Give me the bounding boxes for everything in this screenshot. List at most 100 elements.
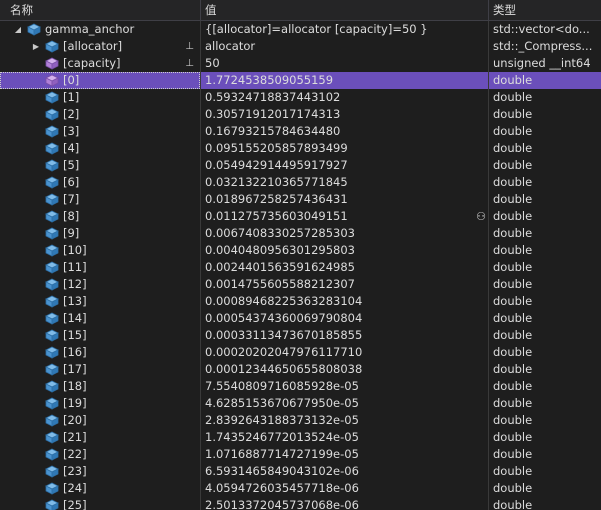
element-row[interactable]: [8] 0.011275735603049151 ⚇ double [0,208,601,225]
blue-cube-icon [45,176,59,189]
type-cell: double [493,396,533,410]
variable-name: [16] [63,345,87,359]
element-row[interactable]: [6] 0.032132210365771845 double [0,174,601,191]
variable-name: [7] [63,192,80,206]
element-row[interactable]: [20] 2.8392643188373132e-05 double [0,412,601,429]
value-cell[interactable]: 0.054942914495917927 [201,157,488,174]
element-row[interactable]: [18] 7.5540809716085928e-05 double [0,378,601,395]
value-cell[interactable]: 7.5540809716085928e-05 [201,378,488,395]
name-cell: [22] [0,446,200,463]
element-row[interactable]: [17] 0.00012344650655808038 double [0,361,601,378]
name-cell: [21] [0,429,200,446]
name-cell: [7] [0,191,200,208]
root-row[interactable]: ◢ gamma_anchor {[allocator]=allocator [c… [0,21,601,38]
value-cell[interactable]: 0.30571912017174313 [201,106,488,123]
value-cell[interactable]: {[allocator]=allocator [capacity]=50 } [201,21,488,38]
element-row[interactable]: [7] 0.018967258257436431 double [0,191,601,208]
name-cell: [9] [0,225,200,242]
name-cell: [25] [0,497,200,510]
visualizer-icon[interactable]: ⚇ [476,208,486,225]
element-row[interactable]: [5] 0.054942914495917927 double [0,157,601,174]
element-row[interactable]: [24] 4.0594726035457718e-06 double [0,480,601,497]
element-row[interactable]: [12] 0.0014755605588212307 double [0,276,601,293]
value-cell[interactable]: 0.16793215784634480 [201,123,488,140]
blue-cube-icon [45,465,59,478]
element-row[interactable]: [9] 0.0067408330257285303 double [0,225,601,242]
member-row[interactable]: ▶ [allocator] ⊥ allocator std::_Compress... [0,38,601,55]
variable-name: [25] [63,498,87,510]
value-cell[interactable]: 0.59324718837443102 [201,89,488,106]
type-cell: double [493,175,533,189]
variable-name: [1] [63,90,80,104]
type-cell: double [493,209,533,223]
value-cell[interactable]: 0.00020202047976117710 [201,344,488,361]
element-row[interactable]: [13] 0.00089468225363283104 double [0,293,601,310]
collapse-arrow-icon[interactable]: ◢ [13,21,23,38]
element-row[interactable]: [0] 1.7724538509055159 double [0,72,601,89]
blue-cube-icon [45,210,59,223]
type-cell: double [493,107,533,121]
value-cell[interactable]: 0.032132210365771845 [201,174,488,191]
value-cell[interactable]: 0.00033113473670185855 [201,327,488,344]
name-cell: ◢ gamma_anchor [0,21,200,38]
value-cell[interactable]: 0.0024401563591624985 [201,259,488,276]
member-row[interactable]: [capacity] ⊥ 50 unsigned __int64 [0,55,601,72]
element-row[interactable]: [14] 0.00054374360069790804 double [0,310,601,327]
value-cell[interactable]: 1.7435246772013524e-05 [201,429,488,446]
variable-name: [8] [63,209,80,223]
value-cell[interactable]: 0.00054374360069790804 [201,310,488,327]
column-divider[interactable] [200,0,201,21]
value-cell[interactable]: 1.0716887714727199e-05 [201,446,488,463]
blue-cube-icon [45,346,59,359]
value-cell[interactable]: 4.0594726035457718e-06 [201,480,488,497]
value-cell[interactable]: 0.011275735603049151 [201,208,488,225]
value-cell[interactable]: 0.00012344650655808038 [201,361,488,378]
variable-name: [19] [63,396,87,410]
blue-cube-icon [45,125,59,138]
element-row[interactable]: [15] 0.00033113473670185855 double [0,327,601,344]
element-row[interactable]: [25] 2.5013372045737068e-06 double [0,497,601,510]
element-row[interactable]: [11] 0.0024401563591624985 double [0,259,601,276]
element-row[interactable]: [2] 0.30571912017174313 double [0,106,601,123]
value-cell[interactable]: 0.0067408330257285303 [201,225,488,242]
column-header-name[interactable]: 名称 [10,0,33,20]
blue-cube-icon [45,414,59,427]
variable-name: [3] [63,124,80,138]
element-row[interactable]: [21] 1.7435246772013524e-05 double [0,429,601,446]
value-cell[interactable]: 4.6285153670677950e-05 [201,395,488,412]
value-cell[interactable]: 0.095155205857893499 [201,140,488,157]
column-divider[interactable] [488,0,489,21]
pin-icon[interactable]: ⊥ [185,38,194,55]
value-cell[interactable]: 0.018967258257436431 [201,191,488,208]
expand-arrow-icon[interactable]: ▶ [31,38,41,55]
blue-cube-icon [45,159,59,172]
element-row[interactable]: [19] 4.6285153670677950e-05 double [0,395,601,412]
column-header-type[interactable]: 类型 [493,0,516,20]
purple-cube-icon [45,57,59,70]
type-cell: double [493,192,533,206]
element-row[interactable]: [4] 0.095155205857893499 double [0,140,601,157]
value-cell[interactable]: 0.00089468225363283104 [201,293,488,310]
element-row[interactable]: [23] 6.5931465849043102e-06 double [0,463,601,480]
variable-name: [13] [63,294,87,308]
column-header-value[interactable]: 值 [205,0,217,20]
variable-name: [0] [63,73,80,87]
pin-icon[interactable]: ⊥ [185,55,194,72]
element-row[interactable]: [1] 0.59324718837443102 double [0,89,601,106]
value-cell[interactable]: 2.5013372045737068e-06 [201,497,488,510]
element-row[interactable]: [22] 1.0716887714727199e-05 double [0,446,601,463]
value-cell[interactable]: 2.8392643188373132e-05 [201,412,488,429]
name-cell: [18] [0,378,200,395]
blue-cube-icon [45,193,59,206]
name-cell: [8] [0,208,200,225]
value-cell[interactable]: 50 [201,55,488,72]
element-row[interactable]: [10] 0.0040480956301295803 double [0,242,601,259]
value-cell[interactable]: allocator [201,38,488,55]
value-cell[interactable]: 1.7724538509055159 [201,72,488,89]
value-cell[interactable]: 0.0040480956301295803 [201,242,488,259]
value-cell[interactable]: 0.0014755605588212307 [201,276,488,293]
name-cell: [6] [0,174,200,191]
value-cell[interactable]: 6.5931465849043102e-06 [201,463,488,480]
element-row[interactable]: [3] 0.16793215784634480 double [0,123,601,140]
element-row[interactable]: [16] 0.00020202047976117710 double [0,344,601,361]
